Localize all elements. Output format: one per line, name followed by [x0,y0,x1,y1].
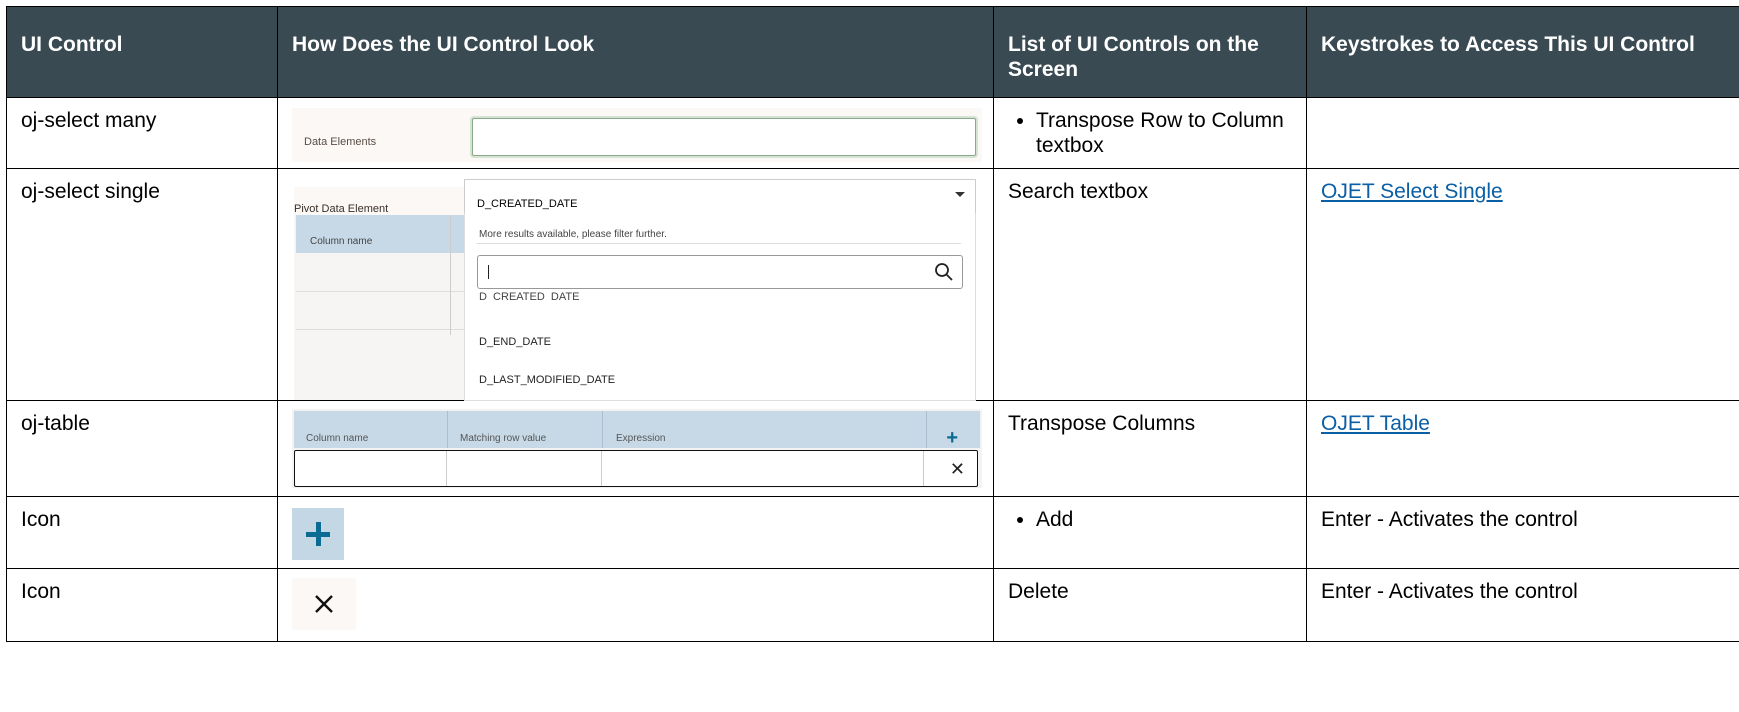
table-row: Icon Add Enter - Activates the control [6,496,1739,569]
column-header: Matching row value [460,433,547,444]
header-ui-control: UI Control [6,6,278,98]
keystrokes-cell: Enter - Activates the control [1306,568,1739,642]
header-how-look: How Does the UI Control Look [277,6,994,98]
control-screenshot [277,568,994,642]
background-grid: Column name [294,215,464,400]
control-screenshot: Column name Matching row value Expressio… [277,400,994,497]
control-name: Icon [6,496,278,569]
ojet-select-single-link[interactable]: OJET Select Single [1321,180,1503,203]
search-input[interactable] [477,255,963,289]
control-screenshot: Data Elements [277,97,994,169]
list-cell: Transpose Row to Column textbox [993,97,1307,169]
keystrokes-cell [1306,97,1739,169]
option-item[interactable]: D_LAST_MODIFIED_DATE [479,368,615,393]
dropdown-panel: More results available, please filter fu… [464,213,976,401]
select-single-field[interactable]: D_CREATED_DATE [464,179,976,214]
control-name: Icon [6,568,278,642]
table-row: Icon Delete Enter - Activates the contro… [6,568,1739,642]
column-header: Expression [616,433,666,444]
column-header: Column name [306,433,369,444]
list-cell: Search textbox [993,168,1307,401]
option-item[interactable]: D_END_DATE [479,330,551,355]
text-cursor [488,265,489,279]
keystrokes-cell: OJET Table [1306,400,1739,497]
table-row: oj-table Column name Matching row value … [6,400,1739,497]
list-cell: Add [993,496,1307,569]
ui-controls-table: UI Control How Does the UI Control Look … [6,6,1739,642]
cell-divider [923,451,924,486]
grid-divider [450,215,451,335]
plus-icon[interactable]: + [946,426,958,451]
header-keystrokes: Keystrokes to Access This UI Control [1306,6,1739,98]
option-item[interactable]: D_CREATED_DATE [479,291,599,301]
table-screenshot: Column name Matching row value Expressio… [292,409,982,488]
column-divider [447,411,448,448]
table-row: oj-select single Pivot Data Element Colu… [6,168,1739,401]
control-screenshot [277,496,994,569]
table-header-row: UI Control How Does the UI Control Look … [6,6,1739,98]
field-label: Data Elements [304,136,377,148]
table-row: oj-select many Data Elements Transpose R… [6,97,1739,169]
cell-divider [446,451,447,486]
mini-table-header: Column name Matching row value Expressio… [294,411,980,451]
mini-table-row[interactable]: ✕ [294,450,978,487]
cell-divider [601,451,602,486]
plus-icon[interactable] [292,508,344,560]
list-cell: Transpose Columns [993,400,1307,497]
search-icon [935,263,953,281]
grid-header: Column name [296,215,464,253]
ojet-table-link[interactable]: OJET Table [1321,412,1430,435]
keystrokes-cell: Enter - Activates the control [1306,496,1739,569]
control-name: oj-select many [6,97,278,169]
select-many-screenshot: Data Elements [292,108,982,162]
control-screenshot: Pivot Data Element Column name D_CREATED… [277,168,994,401]
column-divider [602,411,603,448]
field-label-wrap: Pivot Data Element [294,187,464,215]
keystrokes-cell: OJET Select Single [1306,168,1739,401]
control-name: oj-table [6,400,278,497]
grid-line [296,291,464,292]
close-icon[interactable] [292,578,356,630]
grid-line [296,329,464,330]
caret-down-icon [955,192,965,197]
select-many-input[interactable] [472,118,976,156]
grid-header-label: Column name [310,236,373,247]
close-icon[interactable]: ✕ [950,457,965,482]
select-single-screenshot: Pivot Data Element Column name D_CREATED… [292,179,982,401]
list-item: Add [1036,507,1296,532]
list-cell: Delete [993,568,1307,642]
column-divider [926,411,927,448]
option-label: D_CREATED_DATE [479,291,580,301]
list-item: Transpose Row to Column textbox [1036,108,1296,158]
divider [477,243,961,244]
control-name: oj-select single [6,168,278,401]
header-list-controls: List of UI Controls on the Screen [993,6,1307,98]
